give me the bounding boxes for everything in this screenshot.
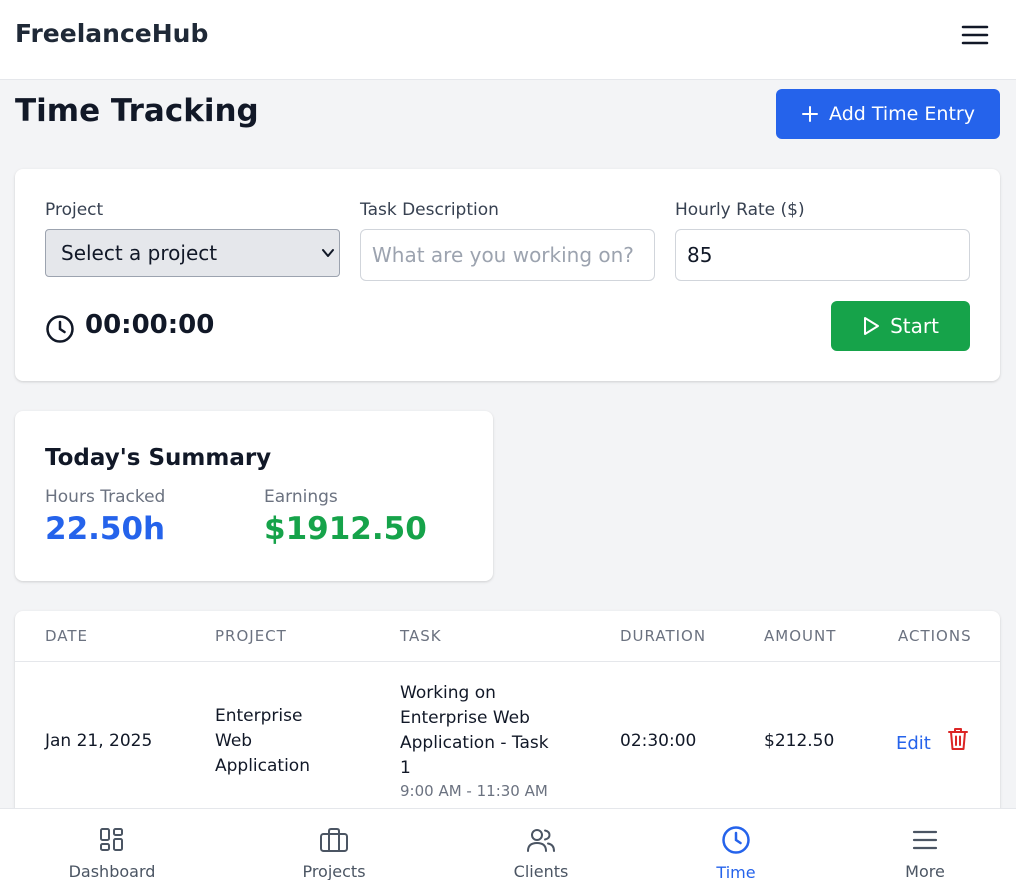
entry-task-line: Application - Task: [400, 733, 549, 753]
plus-icon: [802, 106, 819, 122]
entry-project-line: Application: [215, 756, 310, 776]
column-header-duration: DURATION: [620, 627, 707, 645]
column-header-task: TASK: [400, 627, 442, 645]
dashboard-icon: [100, 827, 123, 851]
start-button-label: Start: [890, 314, 939, 338]
nav-label-clients: Clients: [513, 862, 569, 880]
entry-task-line: Enterprise Web: [400, 708, 530, 728]
hours-tracked-label: Hours Tracked: [45, 487, 166, 507]
nav-label-time: Time: [716, 863, 756, 880]
top-bar: FreelanceHub: [0, 0, 1016, 80]
task-field-label: Task Description: [360, 200, 499, 220]
nav-label-projects: Projects: [302, 862, 366, 880]
nav-item-time[interactable]: Time: [713, 809, 759, 880]
menu-icon: [912, 830, 938, 849]
entry-date: Jan 21, 2025: [45, 731, 153, 751]
menu-icon: [961, 25, 989, 45]
trash-icon[interactable]: [946, 726, 970, 752]
nav-label-more: More: [905, 862, 945, 880]
entry-project-line: Web: [215, 731, 253, 751]
entry-task: Working on Enterprise Web Application - …: [400, 681, 549, 781]
app-title: FreelanceHub: [15, 19, 209, 48]
entry-duration: 02:30:00: [620, 731, 697, 751]
timer-display: 00:00:00: [85, 310, 215, 340]
page-title: Time Tracking: [15, 93, 259, 129]
summary-title: Today's Summary: [45, 445, 272, 471]
hamburger-menu-button[interactable]: [958, 20, 992, 50]
entry-project-line: Enterprise: [215, 706, 303, 726]
entry-time-range: 9:00 AM - 11:30 AM: [400, 782, 548, 800]
project-select[interactable]: Select a project: [45, 229, 340, 277]
header-divider: [15, 661, 1000, 662]
chevron-down-icon: [322, 249, 334, 257]
bottom-navigation: Dashboard Projects Clients Time More: [0, 808, 1016, 880]
project-select-value: Select a project: [61, 241, 218, 265]
add-time-entry-button[interactable]: Add Time Entry: [776, 89, 1000, 139]
add-time-entry-label: Add Time Entry: [829, 103, 975, 125]
nav-item-dashboard[interactable]: Dashboard: [68, 809, 156, 880]
task-description-input[interactable]: What are you working on?: [360, 229, 655, 281]
earnings-label: Earnings: [264, 487, 338, 507]
timer-card: Project Select a project Task Descriptio…: [15, 169, 1000, 381]
start-timer-button[interactable]: Start: [831, 301, 970, 351]
hours-tracked-value: 22.50h: [45, 511, 166, 547]
column-header-project: PROJECT: [215, 627, 287, 645]
column-header-date: DATE: [45, 627, 89, 645]
entry-project: Enterprise Web Application: [215, 704, 310, 779]
nav-item-projects[interactable]: Projects: [302, 809, 366, 880]
edit-entry-link[interactable]: Edit: [896, 733, 931, 754]
clock-icon: [46, 315, 74, 343]
nav-item-more[interactable]: More: [903, 809, 947, 880]
entry-task-line: Working on: [400, 683, 496, 703]
column-header-amount: AMOUNT: [764, 627, 837, 645]
clock-icon: [722, 826, 750, 854]
time-entries-table: DATE PROJECT TASK DURATION AMOUNT ACTION…: [15, 611, 1000, 831]
hourly-rate-input[interactable]: 85: [675, 229, 970, 281]
project-field-label: Project: [45, 200, 104, 220]
rate-field-label: Hourly Rate ($): [675, 200, 805, 220]
earnings-value: $1912.50: [264, 511, 427, 547]
todays-summary-card: Today's Summary Hours Tracked 22.50h Ear…: [15, 411, 493, 581]
users-icon: [527, 828, 555, 852]
entry-amount: $212.50: [764, 731, 835, 751]
entry-task-line: 1: [400, 758, 411, 778]
briefcase-icon: [320, 827, 348, 852]
play-icon: [864, 317, 880, 335]
column-header-actions: ACTIONS: [898, 627, 972, 645]
nav-item-clients[interactable]: Clients: [513, 809, 569, 880]
nav-label-dashboard: Dashboard: [68, 862, 156, 880]
